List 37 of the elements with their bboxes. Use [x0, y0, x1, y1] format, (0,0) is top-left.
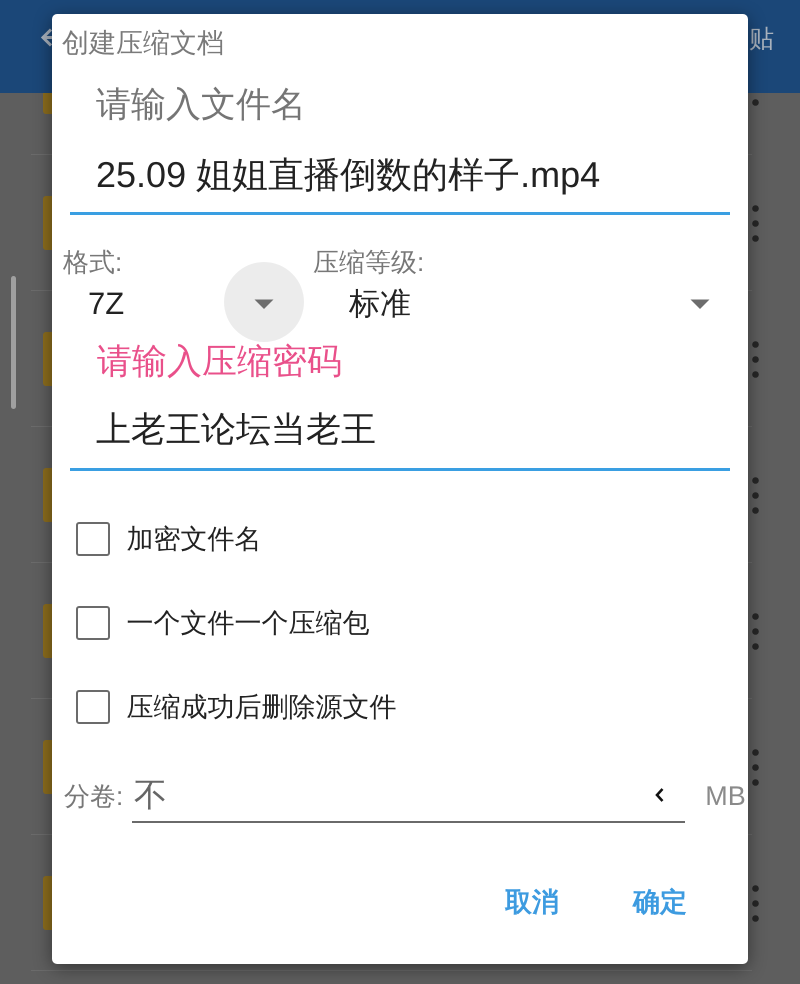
filename-field[interactable]: 25.09 姐姐直播倒数的样子.mp4 — [70, 125, 730, 215]
more-options-icon[interactable] — [752, 98, 759, 106]
format-label: 格式: — [63, 247, 124, 277]
checkbox[interactable] — [76, 522, 110, 556]
split-size-label: 分卷: — [64, 781, 124, 811]
split-size-field[interactable]: 不 — [132, 775, 686, 823]
folder-icon — [43, 876, 52, 930]
more-options-icon[interactable] — [752, 884, 759, 922]
compression-level-dropdown[interactable]: 标准 — [335, 277, 720, 331]
option-label[interactable]: 加密文件名 — [126, 523, 262, 555]
more-options-icon[interactable] — [752, 476, 759, 514]
folder-icon — [43, 332, 52, 386]
dialog-title: 创建压缩文档 — [62, 27, 224, 59]
password-label: 请输入压缩密码 — [97, 342, 342, 382]
password-field[interactable]: 上老王论坛当老王 — [70, 382, 730, 471]
dropdown-arrow-icon[interactable] — [690, 299, 710, 309]
toolbar-action[interactable]: 贴 — [749, 24, 774, 54]
folder-icon — [43, 604, 52, 658]
compression-level-label: 压缩等级: — [313, 247, 426, 277]
checkbox[interactable] — [76, 690, 110, 724]
dropdown-arrow-icon[interactable] — [254, 299, 274, 309]
more-options-icon[interactable] — [752, 612, 759, 650]
folder-icon — [43, 196, 52, 250]
back-arrow-icon[interactable] — [41, 28, 52, 47]
checkbox[interactable] — [76, 606, 110, 640]
field-label: 请输入文件名 — [96, 85, 306, 125]
more-options-icon[interactable] — [752, 204, 759, 242]
option-label[interactable]: 压缩成功后删除源文件 — [126, 691, 396, 723]
folder-icon — [43, 740, 52, 794]
unit-label: MB — [705, 781, 746, 811]
more-options-icon[interactable] — [752, 340, 759, 378]
chevron-left-icon[interactable] — [654, 787, 666, 803]
format-dropdown[interactable]: 7Z — [75, 277, 304, 331]
folder-icon — [43, 468, 52, 522]
folder-icon — [43, 93, 52, 114]
more-options-icon[interactable] — [752, 748, 759, 786]
option-label[interactable]: 一个文件一个压缩包 — [126, 607, 370, 639]
